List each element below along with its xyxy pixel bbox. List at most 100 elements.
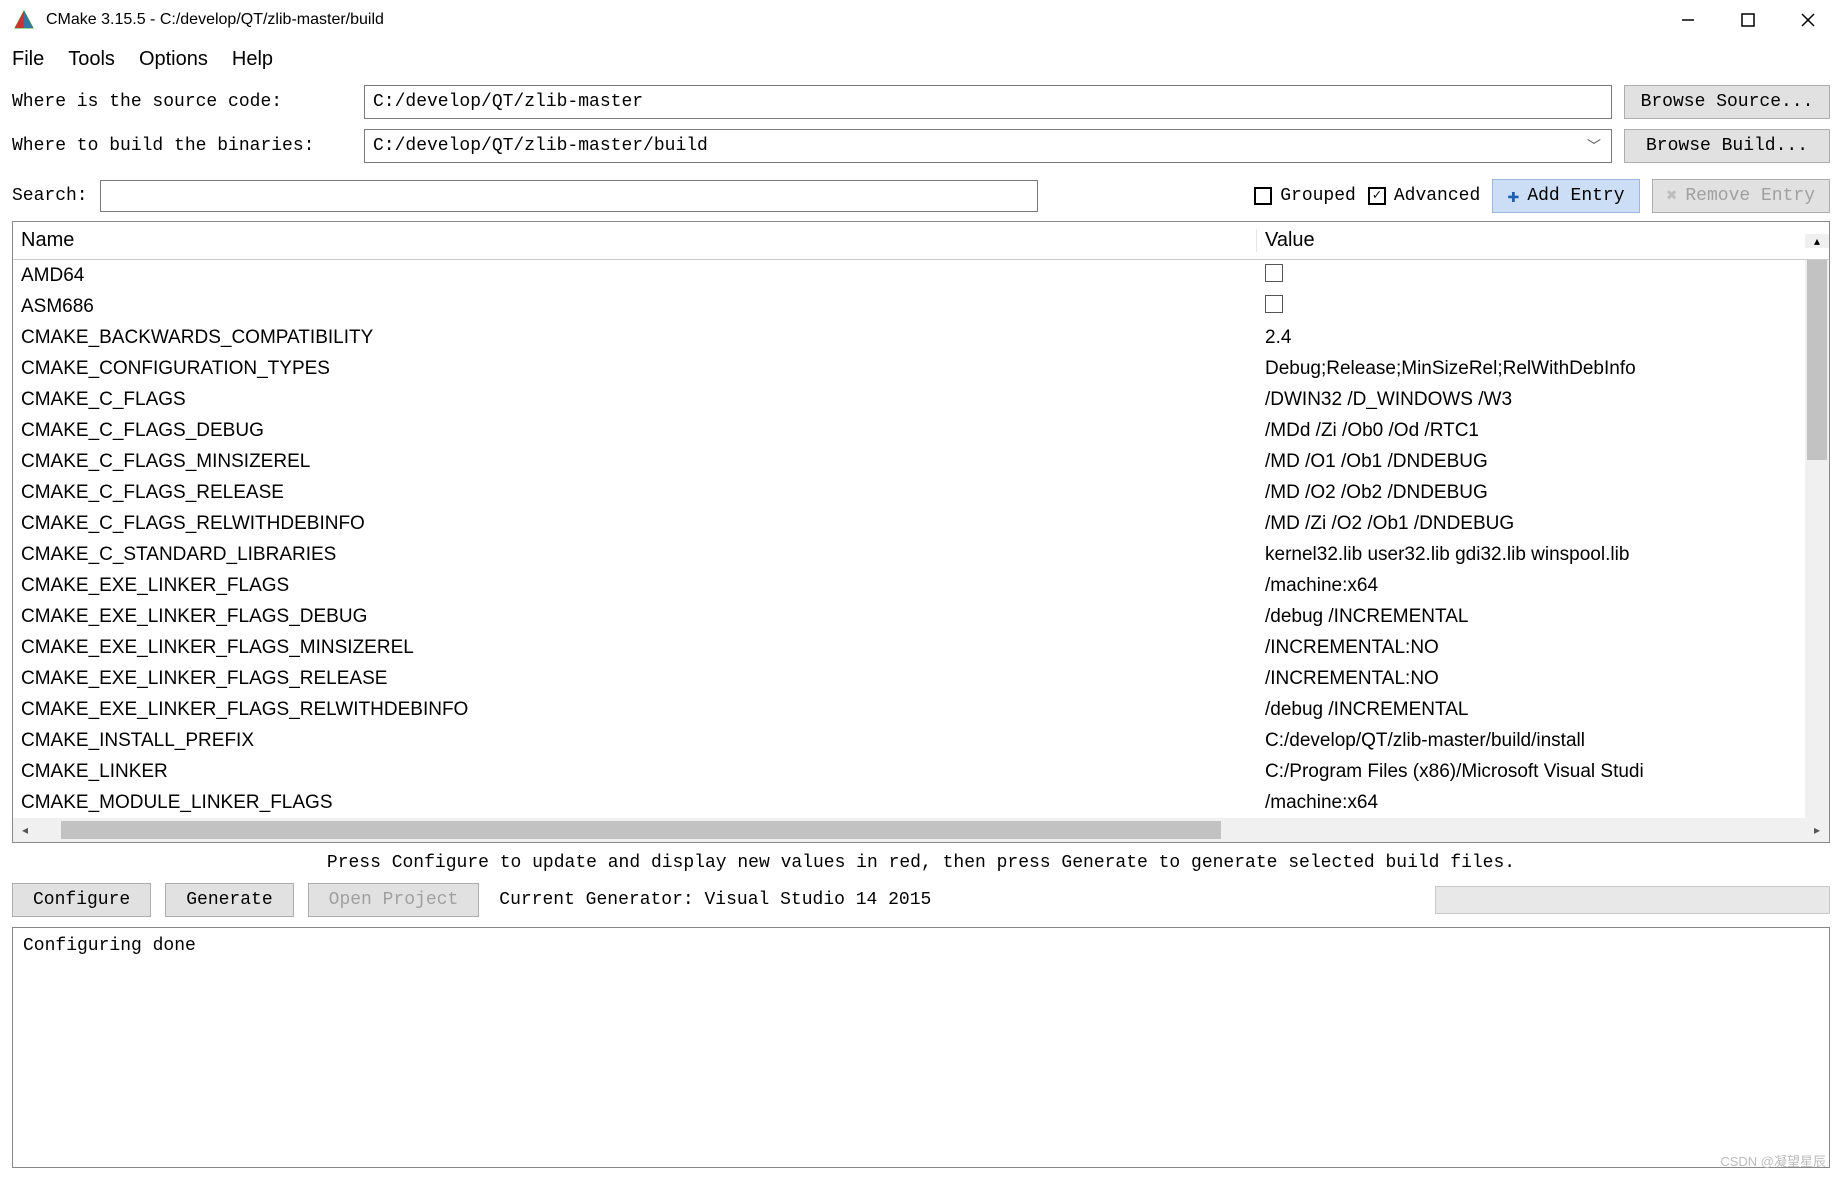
- cache-name: CMAKE_EXE_LINKER_FLAGS: [13, 575, 1257, 597]
- cache-name: CMAKE_INSTALL_PREFIX: [13, 730, 1257, 752]
- output-log[interactable]: Configuring done: [12, 927, 1830, 1168]
- chevron-down-icon: ﹀: [1587, 136, 1601, 156]
- grouped-checkbox[interactable]: Grouped: [1254, 186, 1356, 206]
- cache-value[interactable]: /MD /O1 /Ob1 /DNDEBUG: [1257, 451, 1805, 473]
- horizontal-scrollbar[interactable]: ◂ ▸: [13, 818, 1829, 842]
- generator-label: Current Generator: Visual Studio 14 2015: [499, 890, 931, 910]
- cache-value[interactable]: /MDd /Zi /Ob0 /Od /RTC1: [1257, 420, 1805, 442]
- table-row[interactable]: CMAKE_C_FLAGS_RELWITHDEBINFO/MD /Zi /O2 …: [13, 508, 1805, 539]
- open-project-button: Open Project: [308, 883, 480, 917]
- remove-entry-button: ✖ Remove Entry: [1652, 179, 1830, 213]
- build-path-combo[interactable]: C:/develop/QT/zlib-master/build ﹀: [364, 129, 1612, 163]
- cache-value[interactable]: [1257, 295, 1805, 319]
- cache-value[interactable]: C:/Program Files (x86)/Microsoft Visual …: [1257, 761, 1805, 783]
- menu-options[interactable]: Options: [139, 48, 208, 71]
- table-row[interactable]: CMAKE_C_FLAGS_MINSIZEREL/MD /O1 /Ob1 /DN…: [13, 446, 1805, 477]
- cache-value[interactable]: Debug;Release;MinSizeRel;RelWithDebInfo: [1257, 358, 1805, 380]
- scroll-right-icon[interactable]: ▸: [1805, 823, 1829, 837]
- browse-source-button[interactable]: Browse Source...: [1624, 85, 1830, 119]
- add-entry-button[interactable]: ✚ Add Entry: [1492, 179, 1639, 213]
- vertical-scrollbar[interactable]: [1805, 260, 1829, 818]
- app-icon: [12, 8, 36, 32]
- table-row[interactable]: AMD64: [13, 260, 1805, 291]
- table-row[interactable]: CMAKE_INSTALL_PREFIXC:/develop/QT/zlib-m…: [13, 725, 1805, 756]
- minimize-button[interactable]: [1658, 2, 1718, 38]
- menu-tools[interactable]: Tools: [68, 48, 115, 71]
- table-row[interactable]: CMAKE_BACKWARDS_COMPATIBILITY2.4: [13, 322, 1805, 353]
- menu-help[interactable]: Help: [232, 48, 273, 71]
- cache-value[interactable]: /MD /O2 /Ob2 /DNDEBUG: [1257, 482, 1805, 504]
- table-row[interactable]: CMAKE_C_FLAGS/DWIN32 /D_WINDOWS /W3: [13, 384, 1805, 415]
- table-row[interactable]: CMAKE_EXE_LINKER_FLAGS_MINSIZEREL/INCREM…: [13, 632, 1805, 663]
- source-label: Where is the source code:: [12, 92, 364, 112]
- build-label: Where to build the binaries:: [12, 136, 364, 156]
- table-row[interactable]: CMAKE_LINKERC:/Program Files (x86)/Micro…: [13, 756, 1805, 787]
- browse-build-button[interactable]: Browse Build...: [1624, 129, 1830, 163]
- cache-value[interactable]: /MD /Zi /O2 /Ob1 /DNDEBUG: [1257, 513, 1805, 535]
- close-button[interactable]: [1778, 2, 1838, 38]
- cache-value[interactable]: 2.4: [1257, 327, 1805, 349]
- table-row[interactable]: CMAKE_C_FLAGS_DEBUG/MDd /Zi /Ob0 /Od /RT…: [13, 415, 1805, 446]
- menu-file[interactable]: File: [12, 48, 44, 71]
- table-row[interactable]: CMAKE_C_FLAGS_RELEASE/MD /O2 /Ob2 /DNDEB…: [13, 477, 1805, 508]
- cache-value[interactable]: /debug /INCREMENTAL: [1257, 699, 1805, 721]
- table-row[interactable]: ASM686: [13, 291, 1805, 322]
- table-row[interactable]: CMAKE_C_STANDARD_LIBRARIESkernel32.lib u…: [13, 539, 1805, 570]
- checkbox-icon[interactable]: [1265, 264, 1283, 282]
- table-row[interactable]: CMAKE_CONFIGURATION_TYPESDebug;Release;M…: [13, 353, 1805, 384]
- window-title: CMake 3.15.5 - C:/develop/QT/zlib-master…: [46, 11, 1658, 29]
- cache-name: CMAKE_C_FLAGS_DEBUG: [13, 420, 1257, 442]
- cache-name: CMAKE_EXE_LINKER_FLAGS_DEBUG: [13, 606, 1257, 628]
- menubar: File Tools Options Help: [0, 40, 1842, 81]
- remove-icon: ✖: [1667, 185, 1678, 207]
- cache-value[interactable]: /INCREMENTAL:NO: [1257, 668, 1805, 690]
- plus-icon: ✚: [1507, 183, 1519, 209]
- configure-button[interactable]: Configure: [12, 883, 151, 917]
- cache-value[interactable]: [1257, 264, 1805, 288]
- progress-bar: [1435, 886, 1830, 914]
- cache-name: CMAKE_C_FLAGS_RELEASE: [13, 482, 1257, 504]
- cache-name: CMAKE_EXE_LINKER_FLAGS_RELWITHDEBINFO: [13, 699, 1257, 721]
- watermark: CSDN @凝望星辰: [1720, 1151, 1826, 1170]
- scroll-left-icon[interactable]: ◂: [13, 823, 37, 837]
- cache-name: AMD64: [13, 265, 1257, 287]
- cache-name: CMAKE_C_STANDARD_LIBRARIES: [13, 544, 1257, 566]
- cache-name: CMAKE_C_FLAGS_RELWITHDEBINFO: [13, 513, 1257, 535]
- cache-name: ASM686: [13, 296, 1257, 318]
- cache-name: CMAKE_BACKWARDS_COMPATIBILITY: [13, 327, 1257, 349]
- cache-name: CMAKE_EXE_LINKER_FLAGS_MINSIZEREL: [13, 637, 1257, 659]
- checkbox-icon[interactable]: [1265, 295, 1283, 313]
- cache-name: CMAKE_C_FLAGS: [13, 389, 1257, 411]
- checkbox-icon: ✓: [1368, 187, 1386, 205]
- table-row[interactable]: CMAKE_EXE_LINKER_FLAGS_DEBUG/debug /INCR…: [13, 601, 1805, 632]
- cache-value[interactable]: C:/develop/QT/zlib-master/build/install: [1257, 730, 1805, 752]
- table-row[interactable]: CMAKE_EXE_LINKER_FLAGS_RELEASE/INCREMENT…: [13, 663, 1805, 694]
- cache-name: CMAKE_MODULE_LINKER_FLAGS: [13, 792, 1257, 814]
- titlebar: CMake 3.15.5 - C:/develop/QT/zlib-master…: [0, 0, 1842, 40]
- search-input[interactable]: [100, 180, 1038, 212]
- table-row[interactable]: CMAKE_EXE_LINKER_FLAGS_RELWITHDEBINFO/de…: [13, 694, 1805, 725]
- cache-value[interactable]: /INCREMENTAL:NO: [1257, 637, 1805, 659]
- column-header-name[interactable]: Name: [13, 229, 1257, 252]
- source-path-input[interactable]: C:/develop/QT/zlib-master: [364, 85, 1612, 119]
- checkbox-icon: [1254, 187, 1272, 205]
- cache-name: CMAKE_EXE_LINKER_FLAGS_RELEASE: [13, 668, 1257, 690]
- cache-grid[interactable]: Name Value ▴ AMD64 ASM686 CMAKE_BACKWARDS_…: [12, 221, 1830, 843]
- maximize-button[interactable]: [1718, 2, 1778, 38]
- table-row[interactable]: CMAKE_MODULE_LINKER_FLAGS/machine:x64: [13, 787, 1805, 818]
- hint-text: Press Configure to update and display ne…: [0, 843, 1842, 879]
- table-row[interactable]: CMAKE_EXE_LINKER_FLAGS/machine:x64: [13, 570, 1805, 601]
- cache-name: CMAKE_CONFIGURATION_TYPES: [13, 358, 1257, 380]
- cache-name: CMAKE_LINKER: [13, 761, 1257, 783]
- cache-value[interactable]: /debug /INCREMENTAL: [1257, 606, 1805, 628]
- advanced-checkbox[interactable]: ✓ Advanced: [1368, 186, 1480, 206]
- cache-value[interactable]: /DWIN32 /D_WINDOWS /W3: [1257, 389, 1805, 411]
- cache-value[interactable]: kernel32.lib user32.lib gdi32.lib winspo…: [1257, 544, 1805, 566]
- search-label: Search:: [12, 186, 88, 206]
- scroll-up-icon[interactable]: ▴: [1805, 234, 1829, 248]
- cache-value[interactable]: /machine:x64: [1257, 575, 1805, 597]
- column-header-value[interactable]: Value: [1257, 229, 1805, 252]
- generate-button[interactable]: Generate: [165, 883, 293, 917]
- cache-value[interactable]: /machine:x64: [1257, 792, 1805, 814]
- cache-name: CMAKE_C_FLAGS_MINSIZEREL: [13, 451, 1257, 473]
